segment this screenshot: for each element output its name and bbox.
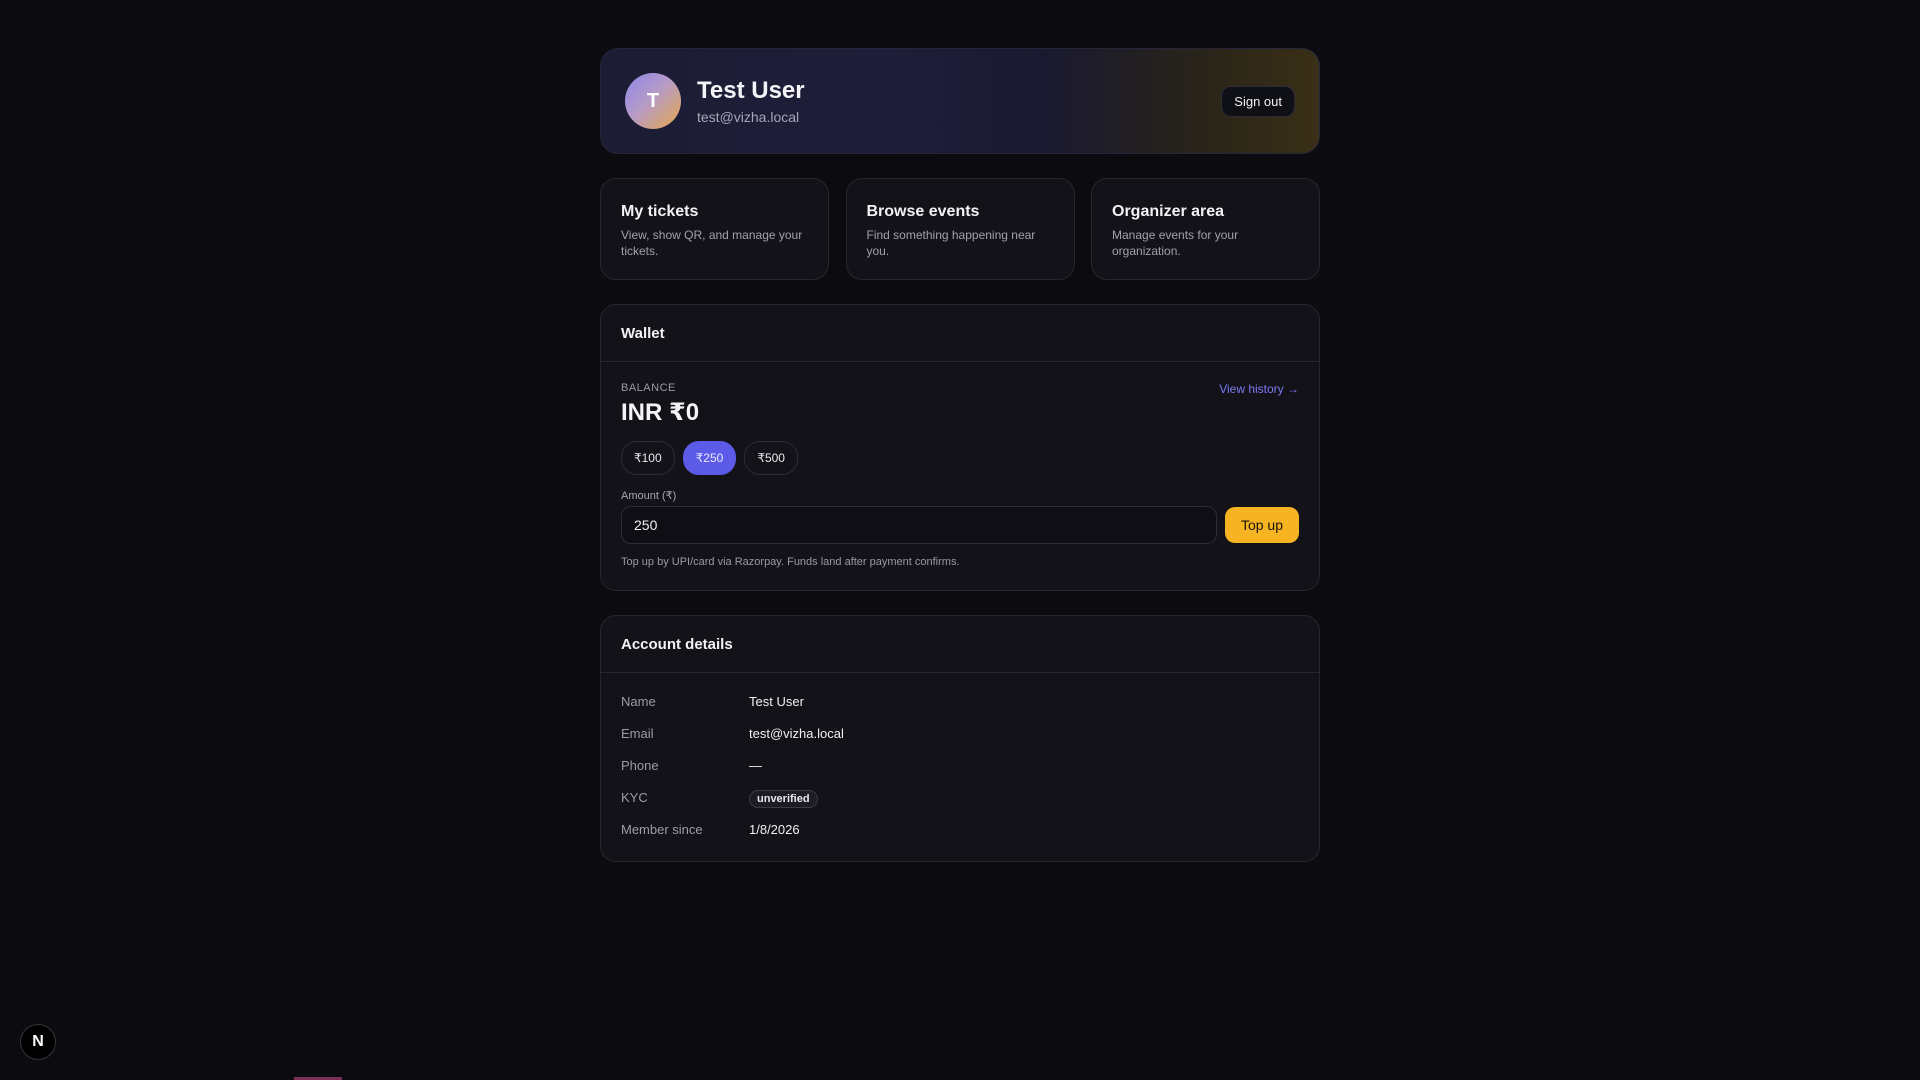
my-tickets-description: View, show QR, and manage your tickets. — [621, 228, 803, 258]
preset-250-button[interactable]: ₹250 — [682, 441, 737, 475]
organizer-area-description: Manage events for your organization. — [1112, 228, 1239, 258]
avatar: T — [625, 73, 681, 129]
preset-100-button[interactable]: ₹100 — [621, 441, 675, 475]
detail-value-name: Test User — [749, 693, 804, 709]
my-tickets-card[interactable]: My tickets View, show QR, and manage you… — [600, 178, 829, 280]
browse-events-card[interactable]: Browse events Find something happening n… — [845, 178, 1075, 280]
amount-row: Top up — [621, 506, 1299, 544]
detail-row-kyc: KYC unverified — [621, 781, 1299, 813]
nextjs-logo-icon: N — [32, 1033, 44, 1050]
profile-name: Test User — [697, 77, 805, 104]
profile-email: test@vizha.local — [697, 109, 800, 125]
amount-presets: ₹100 ₹250 ₹500 — [621, 441, 1299, 475]
detail-row-name: Name Test User — [621, 685, 1299, 717]
profile-info: Test User test@vizha.local — [697, 77, 1221, 125]
top-up-note: Top up by UPI/card via Razorpay. Funds l… — [621, 556, 960, 568]
detail-label: Member since — [621, 821, 703, 837]
organizer-area-title: Organizer area — [1112, 203, 1225, 220]
wallet-body: BALANCE INR ₹0 View history → ₹100 ₹250 … — [601, 362, 1319, 590]
kyc-status-badge: unverified — [749, 789, 818, 808]
detail-value-email: test@vizha.local — [749, 725, 844, 741]
kyc-cell: unverified — [749, 789, 818, 808]
account-page: T Test User test@vizha.local Sign out My… — [600, 48, 1320, 862]
browse-events-description: Find something happening near you. — [866, 228, 1036, 258]
amount-label: Amount (₹) — [621, 490, 677, 502]
balance-label: BALANCE — [621, 382, 676, 394]
view-history-link[interactable]: View history → — [1219, 382, 1299, 396]
profile-header: T Test User test@vizha.local Sign out — [600, 48, 1320, 154]
nextjs-dev-badge-button[interactable]: N — [20, 1024, 56, 1060]
detail-value-member-since: 1/8/2026 — [749, 821, 800, 837]
account-details-panel: Account details Name Test User Email tes… — [600, 615, 1320, 862]
account-details-body: Name Test User Email test@vizha.local Ph… — [601, 673, 1319, 861]
detail-row-email: Email test@vizha.local — [621, 717, 1299, 749]
sign-out-button[interactable]: Sign out — [1221, 85, 1295, 117]
quick-links: My tickets View, show QR, and manage you… — [600, 178, 1320, 280]
avatar-initial: T — [646, 89, 660, 112]
amount-input[interactable] — [621, 506, 1217, 544]
preset-500-button[interactable]: ₹500 — [744, 441, 798, 475]
account-details-title: Account details — [601, 616, 1319, 673]
detail-label: Email — [621, 725, 654, 741]
detail-label: Phone — [621, 757, 659, 773]
detail-value-phone: — — [749, 757, 762, 773]
wallet-panel: Wallet BALANCE INR ₹0 View history → ₹10… — [600, 304, 1320, 591]
detail-label: Name — [621, 693, 656, 709]
browse-events-title: Browse events — [866, 203, 980, 220]
wallet-title: Wallet — [601, 305, 1319, 362]
my-tickets-title: My tickets — [621, 203, 699, 220]
balance-value: INR ₹0 — [621, 399, 700, 426]
detail-label: KYC — [621, 789, 648, 805]
top-up-button[interactable]: Top up — [1224, 507, 1299, 543]
detail-row-phone: Phone — — [621, 749, 1299, 781]
organizer-area-card[interactable]: Organizer area Manage events for your or… — [1091, 178, 1320, 280]
detail-row-member-since: Member since 1/8/2026 — [621, 813, 1299, 845]
